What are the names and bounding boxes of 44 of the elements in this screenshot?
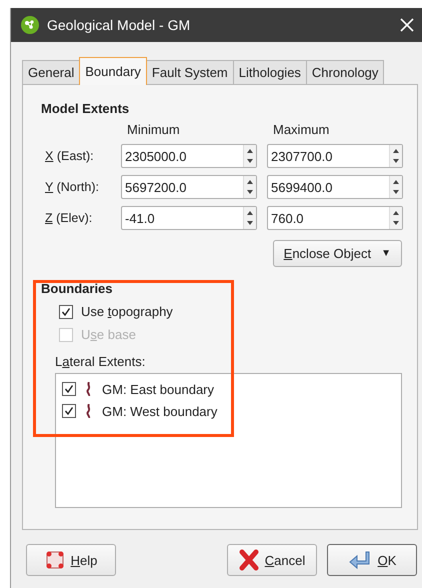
- spin-field[interactable]: 5699400.0: [267, 175, 403, 199]
- list-item-label[interactable]: GM: East boundary: [102, 382, 214, 396]
- boundary-surface-icon: [86, 404, 92, 418]
- checkbox[interactable]: [59, 304, 73, 318]
- lifebuoy-icon: [44, 550, 65, 570]
- spin-field[interactable]: 760.0: [267, 206, 403, 230]
- list-label: Lateral Extents:: [55, 354, 146, 369]
- spinner-arrows-icon[interactable]: [243, 176, 256, 198]
- field-label: X (East):: [45, 149, 95, 163]
- return-arrow-icon: [348, 550, 372, 570]
- section-heading: Model Extents: [41, 101, 130, 116]
- checkbox[interactable]: [62, 404, 76, 418]
- checkbox-label: Use base: [81, 327, 136, 342]
- ok-button[interactable]: OK: [327, 544, 417, 576]
- spin-field[interactable]: -41.0: [121, 206, 257, 230]
- enclose-object-button[interactable]: Enclose Object ▼: [272, 240, 402, 267]
- checkbox[interactable]: [62, 382, 76, 396]
- cross-icon: [238, 549, 259, 571]
- app-icon: [21, 16, 39, 34]
- tab[interactable]: General: [22, 60, 80, 84]
- help-button[interactable]: Help: [26, 544, 116, 576]
- spin-field[interactable]: 2305000.0: [121, 144, 257, 168]
- section-heading: Boundaries: [41, 281, 114, 296]
- boundary-surface-icon: [86, 382, 92, 396]
- tab[interactable]: Fault System: [146, 60, 234, 84]
- cancel-button[interactable]: Cancel: [227, 544, 317, 576]
- checkbox-label: Use topography: [81, 304, 173, 319]
- window-title: Geological Model - GM: [47, 17, 192, 33]
- column-heading: Minimum: [126, 122, 181, 137]
- spinner-arrows-icon[interactable]: [389, 176, 402, 198]
- tab[interactable]: Chronology: [306, 60, 384, 84]
- tab[interactable]: Boundary: [79, 57, 147, 85]
- list-item-label[interactable]: GM: West boundary: [102, 404, 218, 418]
- tab[interactable]: Lithologies: [232, 60, 307, 84]
- field-label: Z (Elev):: [45, 211, 94, 225]
- spin-field[interactable]: 5697200.0: [121, 175, 257, 199]
- spin-field[interactable]: 2307700.0: [267, 144, 403, 168]
- spinner-arrows-icon[interactable]: [243, 207, 256, 229]
- spinner-arrows-icon[interactable]: [389, 145, 402, 167]
- spinner-arrows-icon[interactable]: [389, 207, 402, 229]
- column-heading: Maximum: [272, 122, 330, 137]
- spinner-arrows-icon[interactable]: [243, 145, 256, 167]
- close-icon[interactable]: [400, 18, 414, 32]
- field-label: Y (North):: [45, 180, 100, 194]
